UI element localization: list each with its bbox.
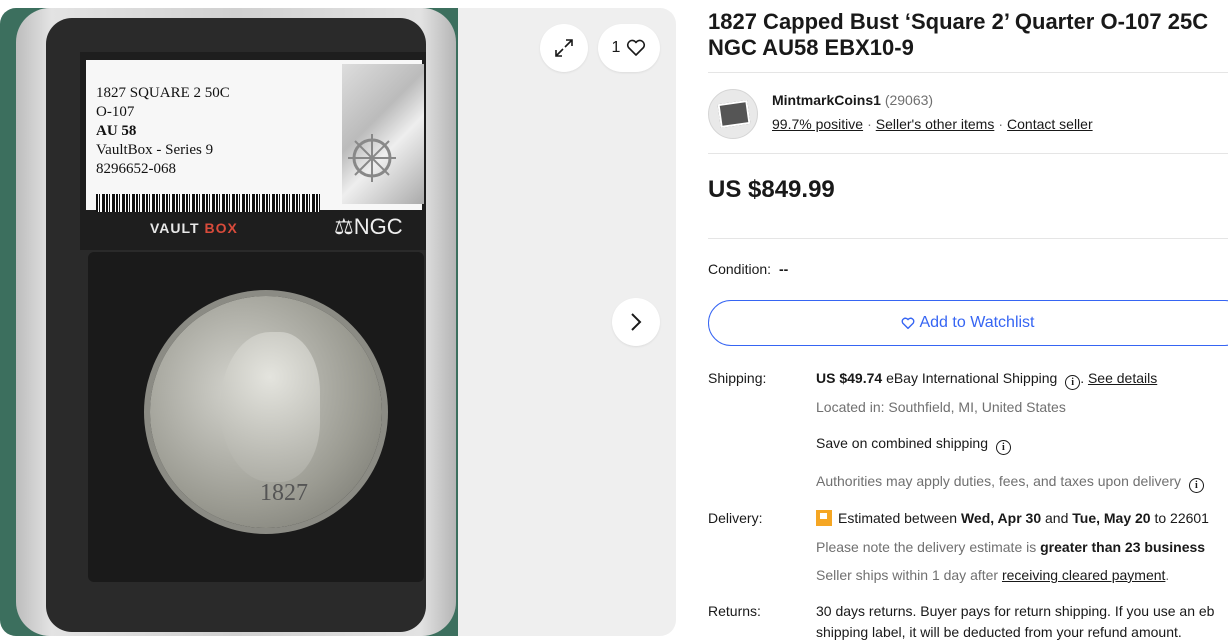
listing-title-line1: 1827 Capped Bust ‘Square 2’ Quarter O-10… xyxy=(708,9,1209,34)
slab-label-grade: AU 58 xyxy=(96,123,137,139)
delivery-note-row: Please note the delivery estimate is gre… xyxy=(816,539,1205,555)
scales-icon: ⚖ xyxy=(334,214,354,239)
item-location: Located in: Southfield, MI, United State… xyxy=(816,399,1066,415)
vaultbox-logo-b: BOX xyxy=(204,220,238,236)
avatar-image xyxy=(717,100,751,128)
delivery-to: to 22601 xyxy=(1154,510,1209,526)
combined-shipping-text: Save on combined shipping xyxy=(816,435,989,451)
shipping-cost: US $49.74 xyxy=(816,370,883,386)
coin-slab: 1827 SQUARE 2 50C O-107 AU 58 VaultBox - Se… xyxy=(16,8,456,636)
combined-shipping-row: Save on combined shipping i xyxy=(816,435,1011,455)
barcode xyxy=(96,194,320,212)
contact-seller-link[interactable]: Contact seller xyxy=(1007,116,1093,132)
ship-wheel-icon xyxy=(348,134,396,182)
chevron-right-icon xyxy=(631,313,642,331)
slab-label-line2: O-107 xyxy=(96,104,135,120)
delivery-prefix: Estimated between xyxy=(838,510,958,526)
seller-info: MintmarkCoins1 (29063) xyxy=(772,92,933,108)
seller-name-link[interactable]: MintmarkCoins1 xyxy=(772,92,881,108)
watch-count-button[interactable]: 1 xyxy=(598,24,660,72)
slab-label-text: 1827 SQUARE 2 50C O-107 AU 58 VaultBox - Se… xyxy=(96,84,230,179)
condition-label: Condition: xyxy=(708,261,772,277)
price: US $849.99 xyxy=(708,176,835,203)
see-details-link[interactable]: See details xyxy=(1088,370,1157,386)
returns-line1: 30 days returns. Buyer pays for return s… xyxy=(816,603,1215,619)
separator-dot: · xyxy=(867,116,872,132)
slab-label-paper: 1827 SQUARE 2 50C O-107 AU 58 VaultBox - Se… xyxy=(86,60,424,212)
coin-date: 1827 xyxy=(260,480,308,506)
shipping-method: eBay International Shipping xyxy=(886,370,1058,386)
info-icon[interactable]: i xyxy=(1188,478,1204,493)
delivery-flag-icon xyxy=(816,510,832,526)
slab-label-line4: VaultBox - Series 9 xyxy=(96,142,214,158)
delivery-label: Delivery: xyxy=(708,510,763,526)
coin-holder: 1827 xyxy=(88,252,424,582)
ngc-logo: ⚖NGC xyxy=(334,214,403,240)
divider xyxy=(708,238,1228,239)
delivery-start: Wed, Apr 30 xyxy=(960,510,1042,526)
delivery-end: Tue, May 20 xyxy=(1072,510,1151,526)
seller-ships-prefix: Seller ships within 1 day after xyxy=(816,567,999,583)
slab-label-line1: 1827 SQUARE 2 50C xyxy=(96,85,230,101)
duties-text: Authorities may apply duties, fees, and … xyxy=(816,473,1181,489)
hologram-image xyxy=(342,64,424,204)
delivery-note-prefix: Please note the delivery estimate is xyxy=(816,539,1037,555)
expand-icon xyxy=(555,39,573,57)
seller-ships-row: Seller ships within 1 day after receivin… xyxy=(816,567,1170,583)
divider xyxy=(708,72,1228,73)
slab-inner: 1827 SQUARE 2 50C O-107 AU 58 VaultBox - Se… xyxy=(46,18,426,632)
returns-line2: shipping label, it will be deducted from… xyxy=(816,624,1182,640)
positive-feedback-link[interactable]: 99.7% positive xyxy=(772,116,863,132)
seller-links: 99.7% positive · Seller's other items · Cont… xyxy=(772,116,1093,132)
duties-row: Authorities may apply duties, fees, and … xyxy=(816,473,1204,493)
seller-avatar[interactable] xyxy=(708,89,758,139)
coin-image: 1827 xyxy=(150,296,382,528)
returns-label: Returns: xyxy=(708,603,761,619)
delivery-and: and xyxy=(1045,510,1069,526)
watchlist-label: Add to Watchlist xyxy=(919,314,1035,331)
separator-dot: · xyxy=(998,116,1004,132)
image-gallery: 1827 SQUARE 2 50C O-107 AU 58 VaultBox - Se… xyxy=(0,8,676,636)
shipping-cost-row: US $49.74 eBay International Shipping i.… xyxy=(816,370,1158,390)
vaultbox-logo: VAULT BOX xyxy=(150,220,238,236)
delivery-note-bold: greater than 23 business xyxy=(1040,539,1206,555)
slab-label-cert: 8296652-068 xyxy=(96,161,176,177)
expand-button[interactable] xyxy=(540,24,588,72)
slab-label: 1827 SQUARE 2 50C O-107 AU 58 VaultBox - Se… xyxy=(80,52,426,250)
listing-title: 1827 Capped Bust ‘Square 2’ Quarter O-10… xyxy=(708,9,1228,61)
listing-title-line2: NGC AU58 EBX10-9 xyxy=(708,35,914,60)
liberty-portrait xyxy=(220,332,320,482)
seller-feedback-count[interactable]: (29063) xyxy=(885,92,933,108)
shipping-label: Shipping: xyxy=(708,370,767,386)
divider xyxy=(708,153,1228,154)
seller-other-items-link[interactable]: Seller's other items xyxy=(876,116,995,132)
ngc-logo-text: NGC xyxy=(353,214,403,239)
heart-icon xyxy=(627,39,646,56)
watch-count: 1 xyxy=(611,39,621,56)
heart-icon xyxy=(902,317,915,329)
condition-value: -- xyxy=(778,261,789,277)
main-product-image[interactable]: 1827 SQUARE 2 50C O-107 AU 58 VaultBox - Se… xyxy=(0,8,458,636)
cleared-payment-link[interactable]: receiving cleared payment xyxy=(1002,567,1165,583)
vaultbox-logo-a: VAULT xyxy=(150,220,200,236)
delivery-estimate-row: Estimated between Wed, Apr 30 and Tue, M… xyxy=(816,510,1209,526)
add-to-watchlist-button[interactable]: Add to Watchlist xyxy=(708,300,1228,346)
next-image-button[interactable] xyxy=(612,298,660,346)
condition-row: Condition: -- xyxy=(708,261,788,277)
info-icon[interactable]: i xyxy=(995,440,1011,455)
info-icon[interactable]: i xyxy=(1065,375,1081,390)
